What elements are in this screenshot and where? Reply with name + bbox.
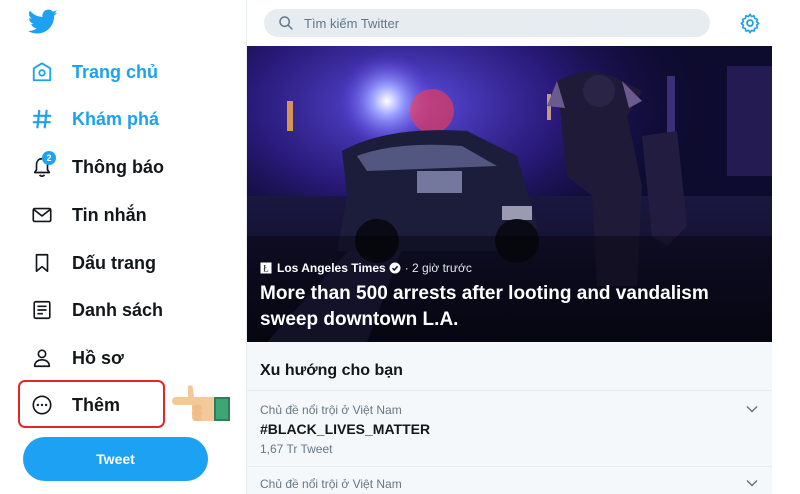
- nav-label-notifications: Thông báo: [72, 156, 164, 177]
- envelope-icon: [28, 201, 56, 229]
- news-hero-card[interactable]: Ł Los Angeles Times · 2 giờ trước More t…: [247, 46, 772, 342]
- verified-badge-icon: [389, 262, 401, 274]
- home-icon: [28, 58, 56, 86]
- nav-label-profile: Hồ sơ: [72, 347, 124, 368]
- pointing-hand-icon: [172, 385, 230, 421]
- bookmark-icon: [28, 249, 56, 277]
- person-icon: [28, 344, 56, 372]
- nav-label-lists: Danh sách: [72, 299, 164, 320]
- top-bar: [247, 0, 800, 46]
- gear-icon[interactable]: [739, 12, 761, 34]
- nav-item-profile[interactable]: Hồ sơ: [28, 340, 124, 376]
- search-box[interactable]: [264, 9, 710, 37]
- nav-label-bookmarks: Dấu trang: [72, 252, 157, 273]
- trend-context: Chủ đề nổi trội ở Việt Nam: [260, 403, 402, 417]
- chevron-down-icon[interactable]: [746, 479, 758, 487]
- chevron-down-icon[interactable]: [746, 405, 758, 413]
- nav-item-notifications[interactable]: 2 Thông báo: [28, 149, 164, 185]
- trend-item[interactable]: Chủ đề nổi trội ở Việt Nam #BLACK_LIVES_…: [247, 390, 772, 460]
- list-icon: [28, 296, 56, 324]
- hashtag-icon: [28, 105, 56, 133]
- trend-topic[interactable]: #BLACK_LIVES_MATTER: [260, 421, 430, 437]
- trend-tweet-count: 1,67 Tr Tweet: [260, 442, 333, 456]
- nav-item-bookmarks[interactable]: Dấu trang: [28, 245, 156, 281]
- news-source: Ł Los Angeles Times · 2 giờ trước: [260, 261, 472, 275]
- search-input[interactable]: [304, 15, 684, 31]
- trends-title: Xu hướng cho bạn: [260, 362, 403, 379]
- search-icon: [279, 16, 293, 30]
- page-gutter: [772, 46, 800, 494]
- nav-item-messages[interactable]: Tin nhắn: [28, 197, 147, 233]
- newspaper-logo-icon: Ł: [260, 262, 272, 274]
- post-time: · 2 giờ trước: [404, 261, 472, 275]
- nav-item-lists[interactable]: Danh sách: [28, 292, 163, 328]
- news-headline[interactable]: More than 500 arrests after looting and …: [260, 281, 765, 333]
- nav-item-home[interactable]: Trang chủ: [28, 54, 158, 90]
- source-name: Los Angeles Times: [277, 261, 386, 275]
- notification-badge: 2: [42, 151, 56, 165]
- trend-item[interactable]: Chủ đề nổi trội ở Việt Nam: [247, 466, 772, 494]
- nav-label-messages: Tin nhắn: [72, 204, 147, 225]
- nav-label-explore: Khám phá: [72, 108, 160, 129]
- nav-item-explore[interactable]: Khám phá: [28, 101, 159, 137]
- nav-label-home: Trang chủ: [72, 61, 159, 82]
- trend-context: Chủ đề nổi trội ở Việt Nam: [260, 477, 402, 491]
- twitter-bird-icon[interactable]: [28, 9, 58, 35]
- svg-text:Ł: Ł: [263, 264, 269, 274]
- trends-panel: Xu hướng cho bạn Chủ đề nổi trội ở Việt …: [247, 342, 772, 494]
- sidebar: Trang chủ Khám phá 2 Thông báo Tin nhắn …: [0, 0, 247, 494]
- tweet-button[interactable]: Tweet: [23, 437, 208, 481]
- bell-icon: 2: [28, 151, 56, 181]
- highlight-box: [18, 380, 165, 428]
